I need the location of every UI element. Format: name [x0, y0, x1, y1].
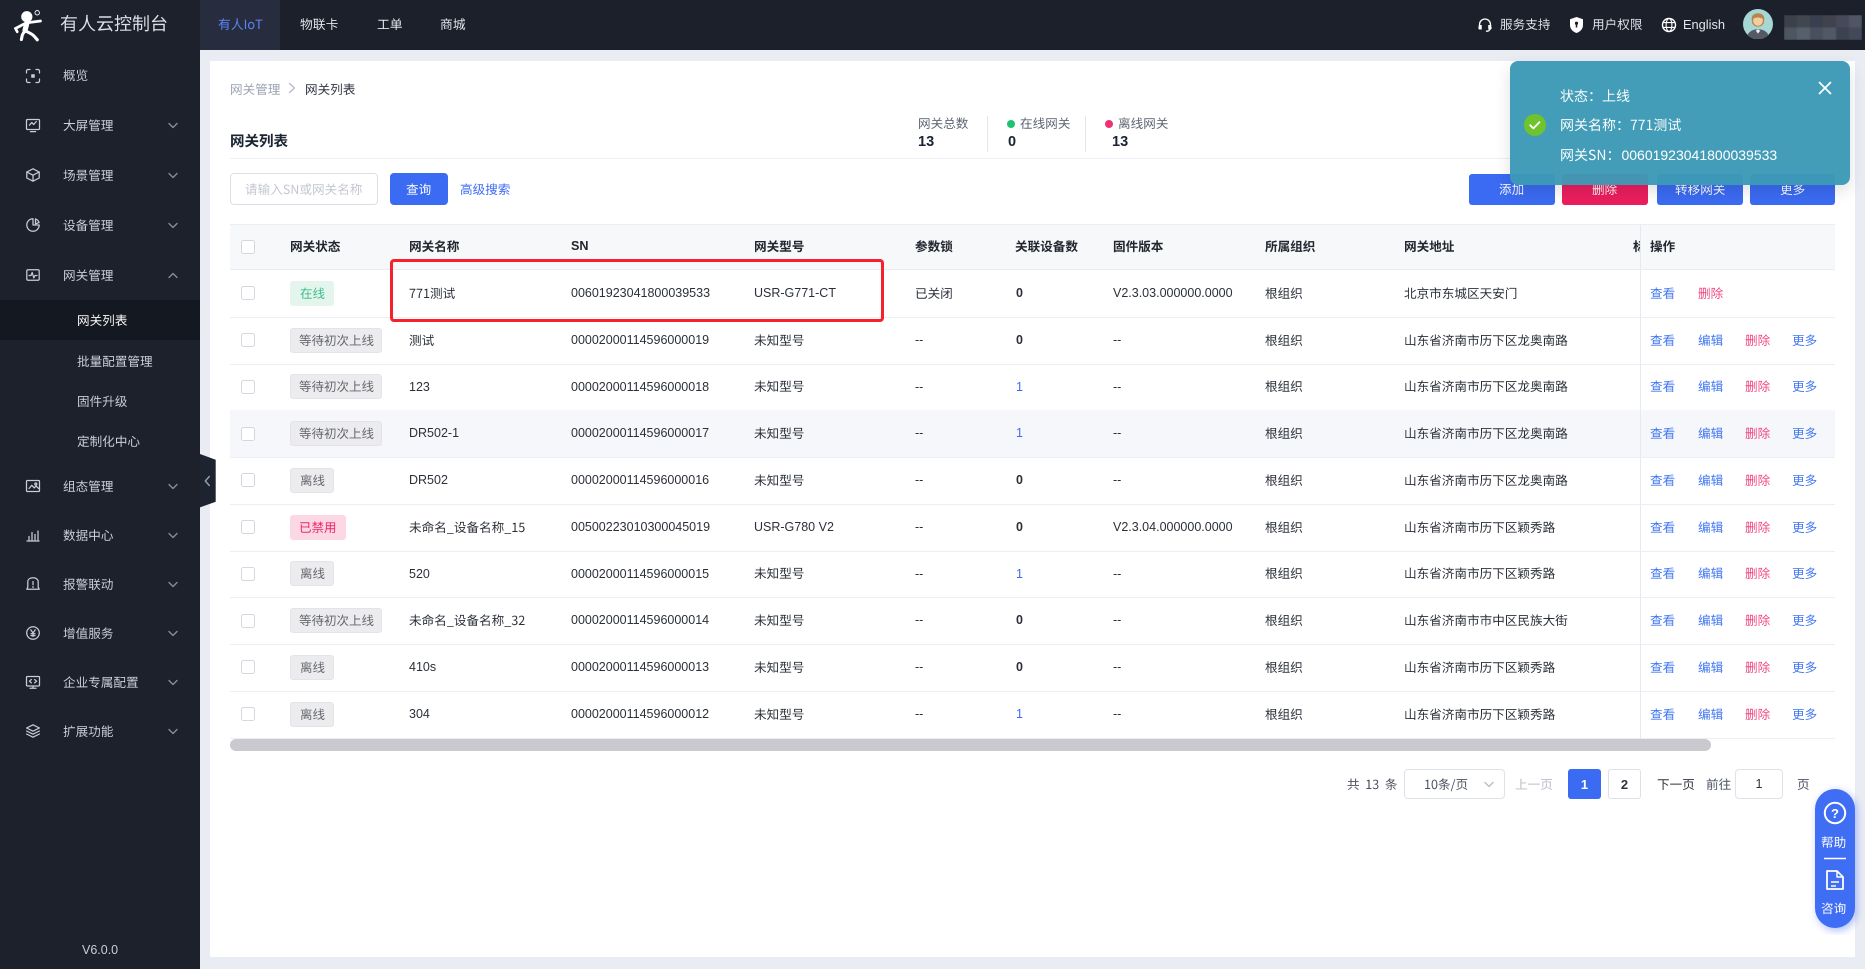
svg-text:?: ? — [1831, 806, 1839, 821]
